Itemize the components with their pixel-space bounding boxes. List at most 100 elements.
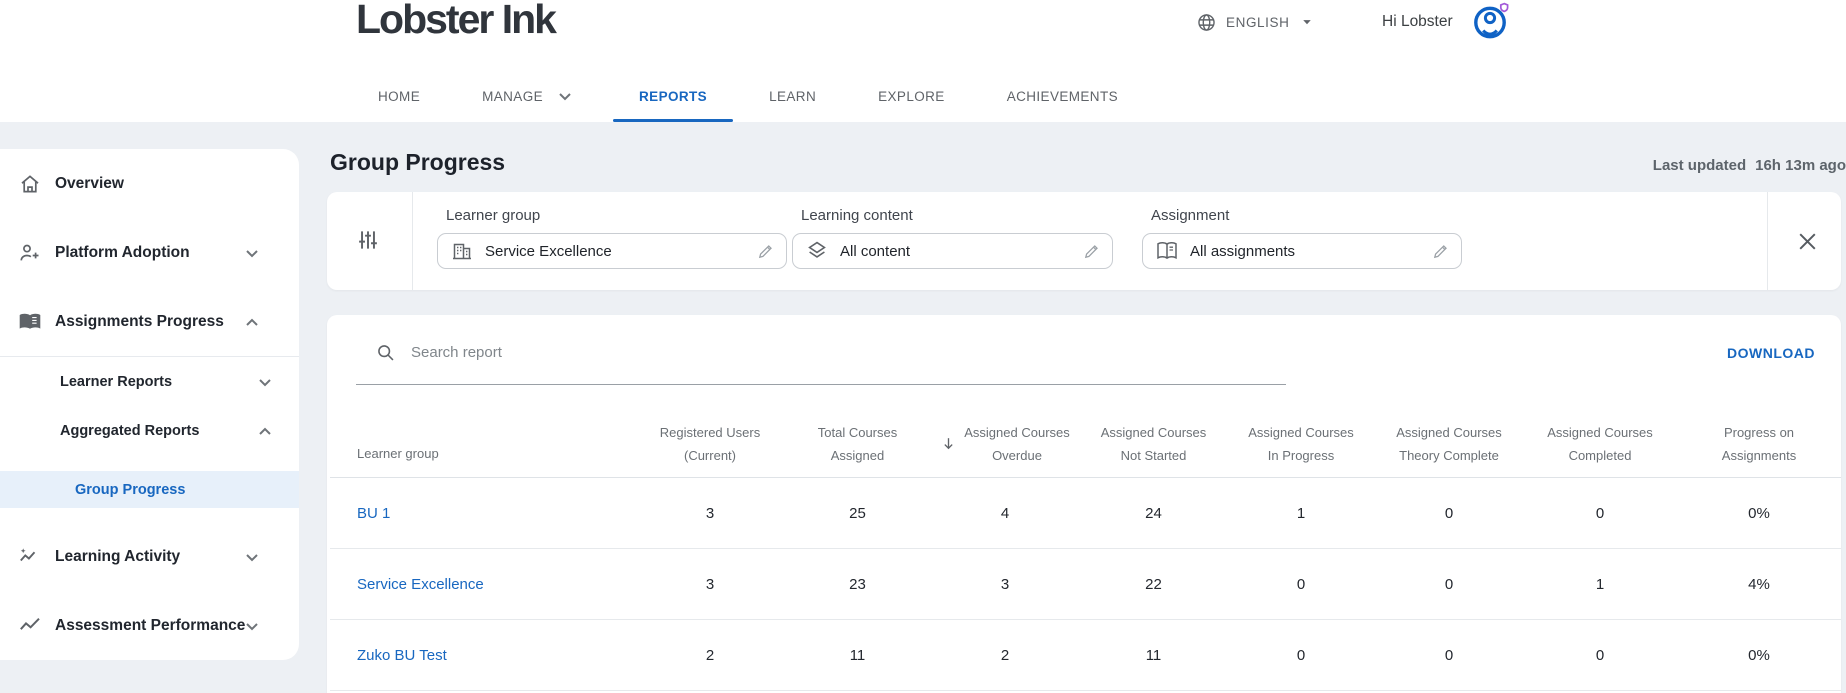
table-row: Service Excellence 3 23 3 22 0 0 1 4% [330,549,1841,620]
filter-value: Service Excellence [485,242,612,260]
sidebar-item-label: Group Progress [75,481,186,498]
chevron-down-icon [240,545,264,569]
column-header-assigned-courses-overdue[interactable]: Assigned Courses Overdue [930,410,1080,477]
nav-tab-learn[interactable]: LEARN [743,70,842,122]
sort-arrow-down-icon[interactable] [940,435,957,452]
language-label: ENGLISH [1226,14,1290,30]
table-row: BU 1 3 25 4 24 1 0 0 0% [330,478,1841,549]
filter-field-learning-content[interactable]: All content [792,233,1113,269]
last-updated-label: Last updated [1652,157,1747,174]
filter-field-learner-group[interactable]: Service Excellence [437,233,787,269]
download-button[interactable]: DOWNLOAD [1727,345,1815,361]
learner-group-link[interactable]: Service Excellence [357,576,484,593]
filter-value: All content [840,242,911,260]
value-cell: 0 [1296,575,1306,593]
nav-tab-explore[interactable]: EXPLORE [852,70,971,122]
filter-group-assignment: Assignment All assignments [1142,207,1462,269]
learner-group-cell: BU 1 [330,478,635,548]
last-updated: Last updated 16h 13m ago [1653,157,1846,174]
close-icon[interactable] [1795,229,1820,254]
column-header-label: Registered Users (Current) [659,424,761,463]
nav-tab-home[interactable]: HOME [352,70,446,122]
filter-label: Assignment [1151,207,1230,224]
last-updated-value: 16h 13m ago [1755,157,1846,174]
lobster-ink-logo: Lobster Ink [356,0,557,42]
learner-group-cell: Zuko BU Test [330,620,635,690]
caret-down-icon [1298,13,1316,31]
value-cell: 0 [1444,646,1454,664]
column-header-label: Assigned Courses Overdue [964,424,1070,463]
column-header-learner-group[interactable]: Learner group [330,410,635,477]
value-cell: 23 [849,575,866,593]
app-header: Lobster Ink HOME MANAGE REPORTS LEARN EX… [0,0,1846,122]
value-cell: 22 [1145,575,1162,593]
value-cell: 1 [1296,504,1306,522]
sidebar-item-group-progress[interactable]: Group Progress [0,471,299,508]
value-cell: 2 [1000,646,1010,664]
column-header-assigned-courses-not-started[interactable]: Assigned Courses Not Started [1080,410,1227,477]
user-greeting: Hi Lobster [1382,13,1453,30]
filter-group-learning-content: Learning content All content [792,207,1113,269]
value-cell: 0 [1444,504,1454,522]
filter-field-assignment[interactable]: All assignments [1142,233,1462,269]
value-cell: 0 [1595,504,1605,522]
value-cell: 0 [1444,575,1454,593]
sidebar-item-label: Assessment Performance [55,616,246,634]
column-header-label: Progress on Assignments [1721,424,1797,463]
nav-tab-label: EXPLORE [878,88,945,104]
learner-group-link[interactable]: Zuko BU Test [357,647,447,664]
column-header-assigned-courses-theory-complete[interactable]: Assigned Courses Theory Complete [1375,410,1523,477]
sidebar-item-label: Learning Activity [55,547,181,565]
value-cell: 11 [1145,646,1162,664]
filter-label: Learner group [446,207,541,224]
column-header-registered-users-current[interactable]: Registered Users (Current) [635,410,785,477]
report-table-card: DOWNLOAD Learner group Registered Users(… [327,315,1841,693]
sidebar-item-platform-adoption[interactable]: Platform Adoption [0,218,299,287]
sparkline-icon [18,545,42,569]
column-header-assigned-courses-in-progress[interactable]: Assigned Courses In Progress [1227,410,1375,477]
avatar-icon[interactable] [1471,2,1511,42]
column-header-label: Assigned Courses Not Started [1100,424,1207,463]
column-header-progress-on-assignments[interactable]: Progress on Assignments [1677,410,1841,477]
sidebar: Overview Platform Adoption Assignments P… [0,149,299,660]
learner-group-link[interactable]: BU 1 [357,505,390,522]
sidebar-item-learner-reports[interactable]: Learner Reports [0,357,299,406]
value-cell: 2 [705,646,715,664]
edit-pencil-icon[interactable] [756,242,775,261]
filter-value: All assignments [1190,242,1296,260]
edit-pencil-icon[interactable] [1082,242,1101,261]
filter-settings-icon[interactable] [355,227,381,253]
user-menu[interactable]: Hi Lobster [1382,2,1511,42]
person-add-icon [18,241,42,265]
sidebar-item-assignments-progress[interactable]: Assignments Progress [0,287,299,356]
sidebar-item-assessment-performance[interactable]: Assessment Performance [0,591,299,660]
value-cell: 0% [1748,504,1770,522]
filter-divider [412,192,413,290]
sidebar-item-label: Platform Adoption [55,243,190,261]
main-nav: HOME MANAGE REPORTS LEARN EXPLORE ACHIEV… [352,70,1144,122]
value-cell: 4% [1748,575,1770,593]
edit-pencil-icon[interactable] [1431,242,1450,261]
search-input[interactable] [411,340,971,364]
sidebar-item-label: Aggregated Reports [60,422,200,439]
chevron-down-icon [553,84,577,108]
linechart-icon [18,614,42,638]
filter-label: Learning content [801,207,913,224]
table-row: Zuko BU Test 2 11 2 11 0 0 0 0% [330,620,1841,691]
column-header-total-courses-assigned[interactable]: Total Courses Assigned [785,410,930,477]
book-open-icon [1155,239,1179,263]
language-selector[interactable]: ENGLISH [1196,8,1316,36]
sidebar-item-overview[interactable]: Overview [0,149,299,218]
value-cell: 3 [1000,575,1010,593]
nav-tab-achievements[interactable]: ACHIEVEMENTS [981,70,1144,122]
column-header-assigned-courses-completed[interactable]: Assigned Courses Completed [1523,410,1677,477]
chevron-down-icon [240,241,264,265]
sidebar-item-aggregated-reports[interactable]: Aggregated Reports [0,406,299,455]
nav-tab-reports[interactable]: REPORTS [613,70,734,122]
chevron-up-icon [253,419,277,443]
sidebar-item-learning-activity[interactable]: Learning Activity [0,522,299,591]
table-header-row: Learner group Registered Users (Current) … [330,410,1841,478]
column-header-label: Assigned Courses Completed [1547,424,1653,463]
nav-tab-manage[interactable]: MANAGE [456,70,603,122]
nav-tab-label: ACHIEVEMENTS [1006,88,1119,104]
